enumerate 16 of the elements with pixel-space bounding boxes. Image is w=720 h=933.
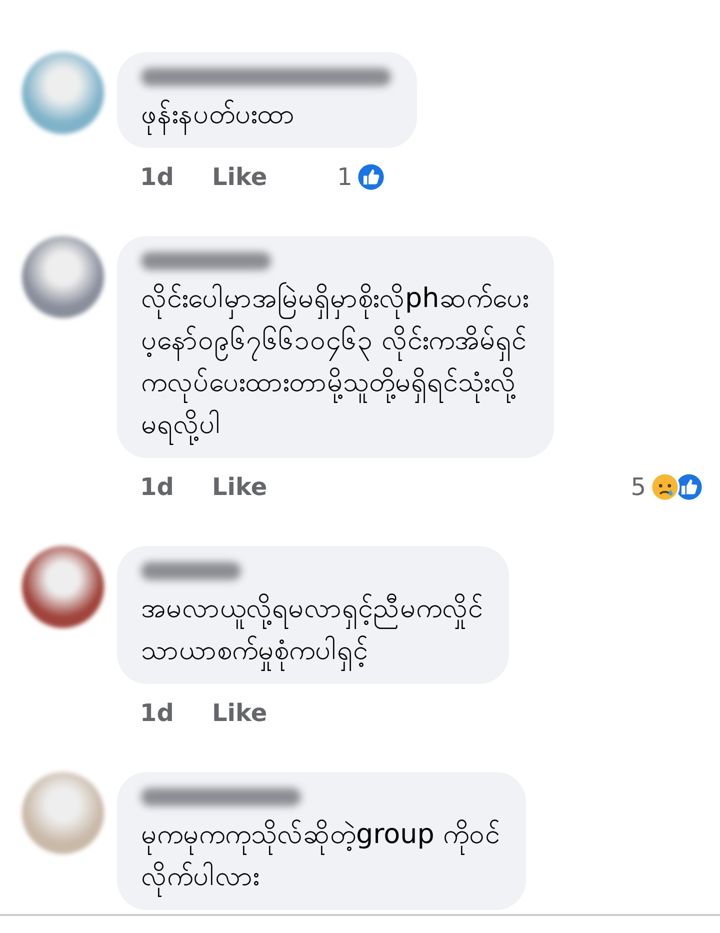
reaction-count: 5 xyxy=(630,473,646,501)
comment-text: အမလာယူလို့ရမလာရှင့်ညီမကလှိုင် သာယာစက်မှုစုံကပါရှင့် xyxy=(141,588,483,672)
comment-text: မုကမုကကုသိုလ်ဆိုတဲ့group ကိုဝင် လိုက်ပါလား xyxy=(141,814,500,898)
comment-time: 1d xyxy=(140,473,175,501)
like-link[interactable]: Like xyxy=(212,473,268,501)
comment-time: 1d xyxy=(140,699,175,727)
comment-text: ဖုန်းနပတ်ပးထာ xyxy=(141,94,391,136)
avatar[interactable] xyxy=(22,236,104,318)
sad-face-icon xyxy=(650,472,680,502)
like-link[interactable]: Like xyxy=(212,699,268,727)
comment-time: 1d xyxy=(140,163,175,191)
like-link[interactable]: Like xyxy=(212,163,268,191)
comment-text: လိုင်းပေါမှာအမြဲမရှိမှာစိုးလိုphဆက်ပေး ပ့နော်၀၉၆၇၆၆၁၀၄၆၃ လိုင်းကအိမ်ရှင် ကလုပ်ပေးထားတာမို့သူတို့မရှိရင်သုံးလို့ မရလို့ပါ xyxy=(141,278,528,446)
thumbs-up-icon xyxy=(356,162,386,192)
avatar[interactable] xyxy=(22,546,104,628)
reaction-count: 1 xyxy=(337,163,352,191)
